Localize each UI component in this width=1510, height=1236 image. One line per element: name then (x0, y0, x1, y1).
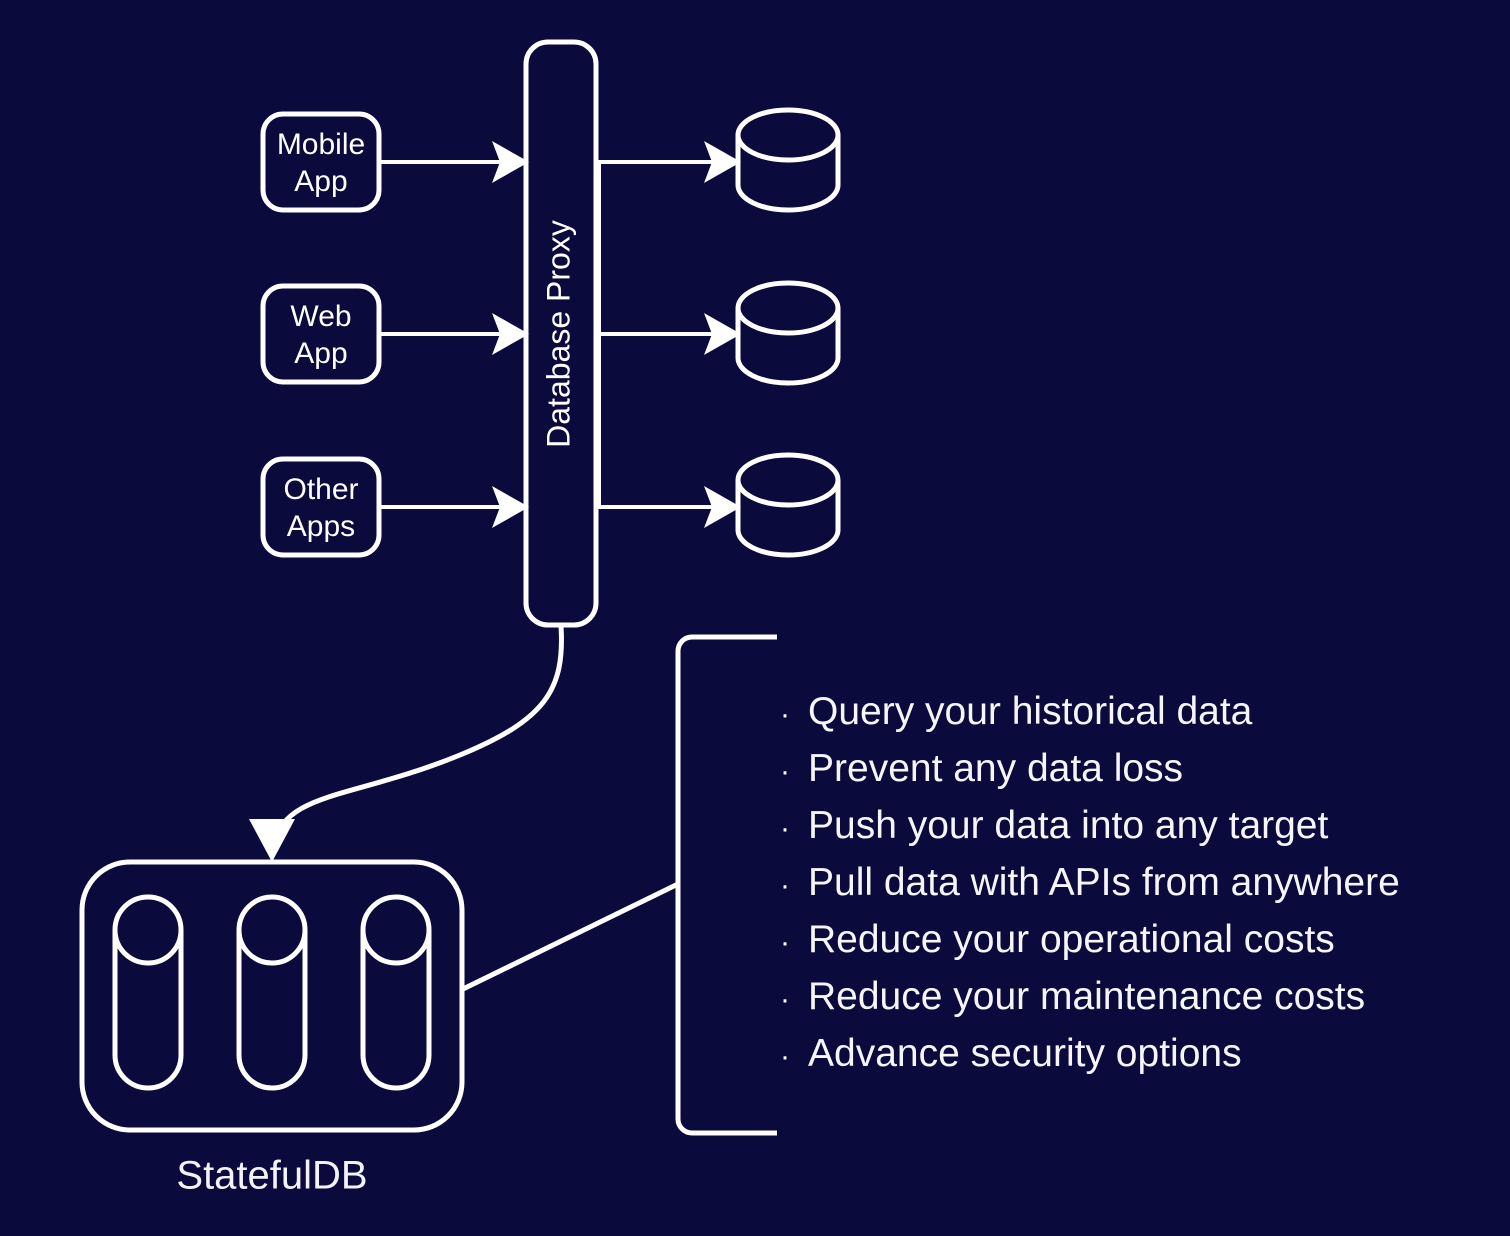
other-apps-label-line2: Apps (287, 510, 355, 543)
bullet-icon: · (780, 983, 790, 1016)
benefits-list: · Query your historical data · Prevent a… (770, 692, 1470, 1091)
mobile-app-label-line1: Mobile (277, 128, 365, 161)
client-node-mobile-app[interactable]: Mobile App (260, 111, 382, 213)
web-app-label-line1: Web (290, 300, 351, 333)
arrow-head-icon (249, 819, 295, 862)
database-proxy-node[interactable]: Database Proxy (523, 39, 599, 628)
benefit-label: Prevent any data loss (808, 747, 1184, 790)
bullet-icon: · (780, 812, 790, 845)
vertical-cylinder-icon (360, 894, 432, 966)
database-2[interactable] (735, 280, 841, 386)
arrow-proxy-to-statefuldb (249, 625, 564, 862)
bullet-icon: · (780, 698, 790, 731)
bullet-icon: · (780, 926, 790, 959)
web-app-label-line2: App (294, 337, 347, 370)
bullet-icon: · (780, 869, 790, 902)
database-proxy-label: Database Proxy (540, 220, 576, 448)
list-item: · Reduce your maintenance costs (770, 977, 1470, 1034)
list-item: · Prevent any data loss (770, 749, 1470, 806)
arrow-other-apps-to-proxy (380, 486, 529, 528)
vertical-cylinder-icon (236, 894, 308, 966)
benefit-label: Push your data into any target (808, 804, 1329, 847)
bullet-icon: · (780, 755, 790, 788)
list-item: · Advance security options (770, 1034, 1470, 1091)
mobile-app-label-line2: App (294, 165, 347, 198)
diagram-canvas: Mobile App Web App Other Apps Database P… (0, 0, 1510, 1236)
statefuldb-node-2[interactable] (236, 894, 308, 1091)
other-apps-label-line1: Other (283, 473, 358, 506)
arrow-web-app-to-proxy (380, 313, 529, 355)
statefuldb-node-1[interactable] (112, 894, 184, 1091)
arrow-proxy-to-database-2 (597, 313, 741, 355)
client-node-web-app[interactable]: Web App (260, 283, 382, 385)
benefit-label: Reduce your operational costs (808, 918, 1335, 961)
database-cylinder-icon (735, 280, 841, 336)
statefuldb-label: StatefulDB (176, 1154, 367, 1198)
list-item: · Query your historical data (770, 692, 1470, 749)
client-node-other-apps[interactable]: Other Apps (260, 456, 382, 558)
benefits-bracket (675, 634, 777, 1136)
list-item: · Reduce your operational costs (770, 920, 1470, 977)
database-cylinder-icon (735, 107, 841, 163)
database-1[interactable] (735, 107, 841, 213)
arrow-proxy-to-database-1 (597, 141, 741, 183)
leader-line-cluster-to-benefits (459, 881, 680, 993)
arrow-mobile-app-to-proxy (380, 141, 529, 183)
database-cylinder-icon (735, 452, 841, 508)
benefit-label: Advance security options (808, 1032, 1242, 1075)
database-3[interactable] (735, 452, 841, 558)
statefuldb-node-3[interactable] (360, 894, 432, 1091)
benefit-label: Query your historical data (808, 690, 1253, 733)
bullet-icon: · (780, 1040, 790, 1073)
benefit-label: Reduce your maintenance costs (808, 975, 1366, 1018)
statefuldb-cluster[interactable]: StatefulDB (79, 859, 465, 1198)
list-item: · Pull data with APIs from anywhere (770, 863, 1470, 920)
arrow-proxy-to-database-3 (597, 486, 741, 528)
benefit-label: Pull data with APIs from anywhere (808, 861, 1400, 904)
vertical-cylinder-icon (112, 894, 184, 966)
list-item: · Push your data into any target (770, 806, 1470, 863)
